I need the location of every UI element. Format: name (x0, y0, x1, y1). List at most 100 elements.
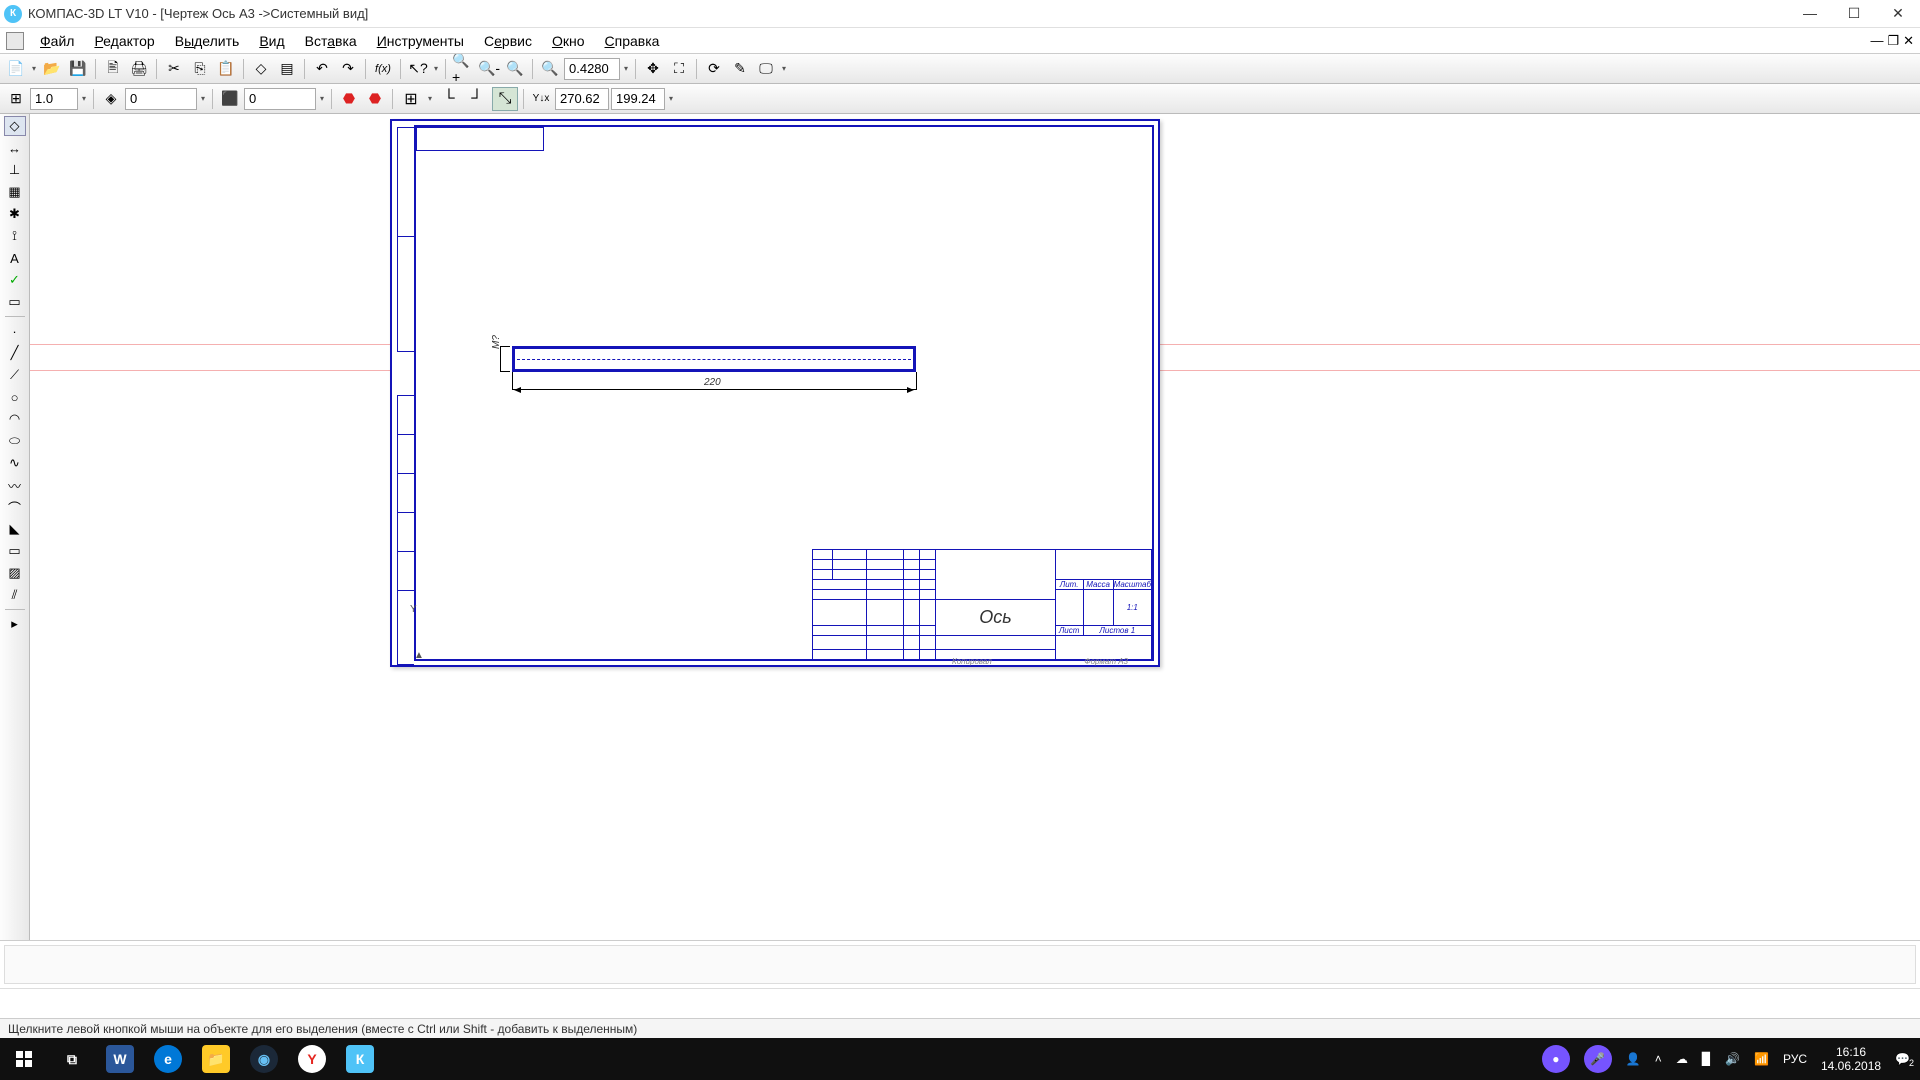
task-view-button[interactable]: ⧉ (48, 1038, 96, 1080)
dimensions-panel-button[interactable]: ↔ (4, 138, 26, 158)
circle-tool[interactable]: ○ (4, 387, 26, 407)
stop-button[interactable]: ⬣ (337, 87, 361, 111)
zoom-fit-button[interactable]: 🔍 (538, 57, 562, 81)
zoom-out-button[interactable]: 🔍- (477, 57, 501, 81)
equidistant-tool[interactable]: ⫽ (4, 585, 26, 605)
redraw-button[interactable]: ✎ (728, 57, 752, 81)
taskbar-steam[interactable]: ◉ (240, 1038, 288, 1080)
menu-view[interactable]: Вид (249, 30, 294, 52)
new-button[interactable]: 📄 (4, 57, 28, 81)
zoom-input[interactable] (564, 58, 620, 80)
taskbar-yandex[interactable]: Y (288, 1038, 336, 1080)
menu-tools[interactable]: Инструменты (367, 30, 474, 52)
screen-button[interactable]: 🖵 (754, 57, 778, 81)
coord-mode-button[interactable]: Y↓x (529, 87, 553, 111)
menu-edit[interactable]: Редактор (84, 30, 164, 52)
layer-button[interactable]: ⬛ (218, 87, 242, 111)
tray-wifi-icon[interactable]: 📶 (1754, 1052, 1769, 1066)
zoom-extents-button[interactable]: ⛶ (667, 57, 691, 81)
tray-people-icon[interactable]: 👤 (1626, 1052, 1641, 1066)
grid-step-button[interactable]: ⊞ (4, 87, 28, 111)
step-dropdown[interactable]: ▾ (80, 94, 88, 103)
step-input[interactable] (30, 88, 78, 110)
cut-button[interactable]: ✂ (162, 57, 186, 81)
tray-battery-icon[interactable]: ▉ (1702, 1052, 1711, 1066)
view-overflow[interactable]: ▾ (780, 64, 788, 73)
grid-snap-button[interactable]: ⊞ (398, 87, 424, 111)
geometry-panel-button[interactable]: ◇ (4, 116, 26, 136)
refresh-button[interactable]: ⟳ (702, 57, 726, 81)
bezier-tool[interactable]: 〰 (4, 475, 26, 495)
aux-line-tool[interactable]: ⟋ (4, 365, 26, 385)
rectangle-tool[interactable]: ▭ (4, 541, 26, 561)
close-button[interactable]: ✕ (1888, 5, 1908, 22)
tray-clock[interactable]: 16:16 14.06.2018 (1821, 1045, 1881, 1073)
style2-dropdown[interactable]: ▾ (318, 94, 326, 103)
menu-insert[interactable]: Вставка (295, 30, 367, 52)
text-panel-button[interactable]: A (4, 248, 26, 268)
fillet-tool[interactable]: ⌒ (4, 497, 26, 517)
menu-window[interactable]: Окно (542, 30, 595, 52)
zoom-window-button[interactable]: 🔍 (503, 57, 527, 81)
taskbar-explorer[interactable]: 📁 (192, 1038, 240, 1080)
zoom-dropdown[interactable]: ▾ (622, 64, 630, 73)
coord-overflow[interactable]: ▾ (667, 94, 675, 103)
coord-x-input[interactable] (555, 88, 609, 110)
open-button[interactable]: 📂 (40, 57, 64, 81)
print-button[interactable]: 🖨 (127, 57, 151, 81)
tray-language[interactable]: РУС (1783, 1052, 1807, 1066)
undo-button[interactable]: ↶ (310, 57, 334, 81)
tray-mic[interactable]: 🎤 (1584, 1045, 1612, 1073)
hatch-tool[interactable]: ▨ (4, 563, 26, 583)
ortho-button[interactable]: ┘ (464, 87, 490, 111)
variables-button[interactable]: f(x) (371, 57, 395, 81)
tray-chevron-icon[interactable]: ˄ (1655, 1052, 1662, 1066)
snap-button[interactable]: ⤡ (492, 87, 518, 111)
mdi-close[interactable]: ✕ (1903, 33, 1914, 49)
clear-button[interactable]: ⬣ (363, 87, 387, 111)
help-pointer-button[interactable]: ↖? (406, 57, 430, 81)
current-style-button[interactable]: ◈ (99, 87, 123, 111)
style2-input[interactable] (244, 88, 316, 110)
assoc-panel-button[interactable]: ✓ (4, 270, 26, 290)
zoom-in-button[interactable]: 🔍+ (451, 57, 475, 81)
taskbar-edge[interactable]: e (144, 1038, 192, 1080)
ellipse-tool[interactable]: ⬭ (4, 431, 26, 451)
paste-button[interactable]: 📋 (214, 57, 238, 81)
toolbar-overflow[interactable]: ▾ (432, 64, 440, 73)
start-button[interactable] (0, 1038, 48, 1080)
properties-panel-inner[interactable] (4, 945, 1916, 984)
measure-panel-button[interactable]: ⟟ (4, 226, 26, 246)
point-tool[interactable]: · (4, 321, 26, 341)
properties-button[interactable]: ▤ (275, 57, 299, 81)
spec-panel-button[interactable]: ▭ (4, 292, 26, 312)
eraser-button[interactable]: ◇ (249, 57, 273, 81)
taskbar-word[interactable]: W (96, 1038, 144, 1080)
tray-onedrive-icon[interactable]: ☁ (1676, 1052, 1688, 1066)
tray-alice[interactable]: ● (1542, 1045, 1570, 1073)
arc-tool[interactable]: ◠ (4, 409, 26, 429)
mdi-minimize[interactable]: — (1870, 33, 1883, 49)
redo-button[interactable]: ↷ (336, 57, 360, 81)
mdi-icon[interactable] (6, 32, 24, 50)
mdi-restore[interactable]: ❐ (1887, 33, 1899, 49)
params-panel-button[interactable]: ✱ (4, 204, 26, 224)
save-button[interactable]: 💾 (66, 57, 90, 81)
menu-select[interactable]: Выделить (165, 30, 250, 52)
maximize-button[interactable]: ☐ (1844, 5, 1864, 22)
edit-panel-button[interactable]: ▦ (4, 182, 26, 202)
collapse-button[interactable]: ▸ (4, 614, 26, 634)
style1-input[interactable] (125, 88, 197, 110)
coord-y-input[interactable] (611, 88, 665, 110)
tray-volume-icon[interactable]: 🔊 (1725, 1052, 1740, 1066)
spline-tool[interactable]: ∿ (4, 453, 26, 473)
tray-notifications[interactable]: 💬2 (1895, 1052, 1910, 1066)
ortho-l-button[interactable]: └ (436, 87, 462, 111)
line-tool[interactable]: ╱ (4, 343, 26, 363)
menu-file[interactable]: Файл (30, 30, 84, 52)
menu-service[interactable]: Сервис (474, 30, 542, 52)
copy-button[interactable]: ⎘ (188, 57, 212, 81)
drawing-canvas[interactable]: M? 220 ▲Y Лит.МассаМасшта (30, 114, 1920, 940)
symbols-panel-button[interactable]: ⊥ (4, 160, 26, 180)
print-preview-button[interactable]: 🖹 (101, 57, 125, 81)
